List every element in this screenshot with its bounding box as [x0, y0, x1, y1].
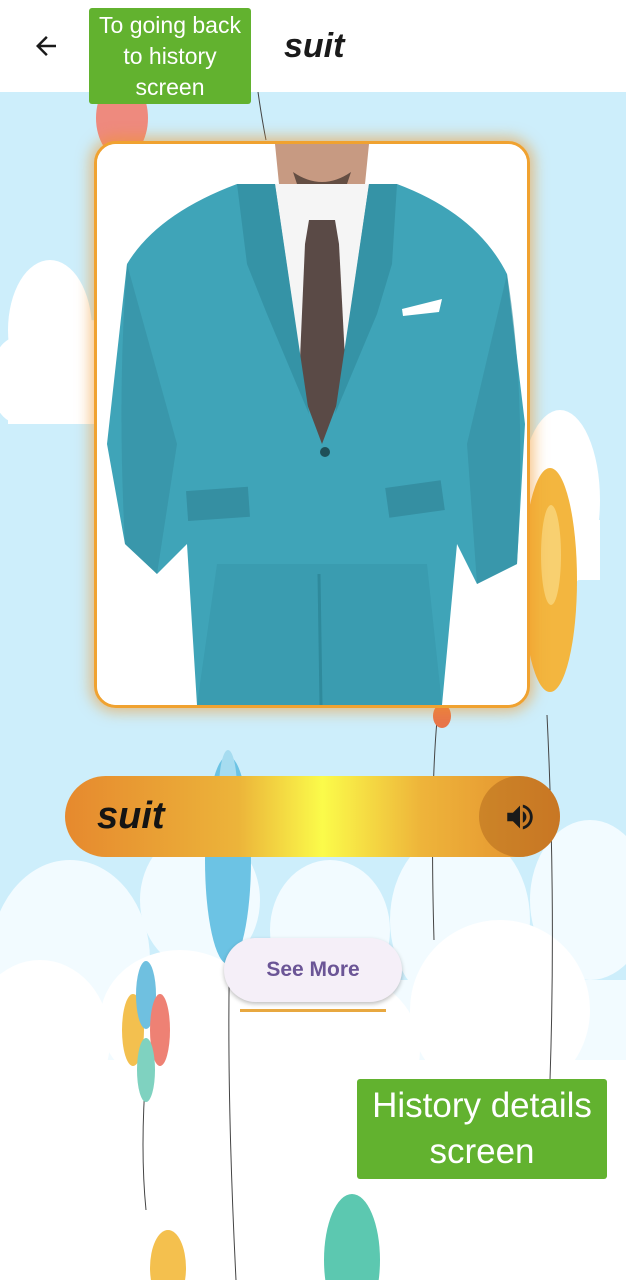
man-in-teal-suit-photo: [97, 144, 527, 705]
arrow-left-icon: [36, 36, 56, 56]
screen-annotation-label: History details screen: [357, 1079, 607, 1179]
page-title: suit: [284, 27, 345, 65]
word-image-card: [94, 141, 530, 708]
see-more-underline: [240, 1009, 386, 1012]
see-more-button[interactable]: See More: [224, 938, 402, 1002]
back-button[interactable]: [22, 22, 70, 70]
speaker-icon: [506, 804, 533, 829]
speaker-button[interactable]: [479, 776, 560, 857]
word-label: suit: [97, 795, 165, 837]
word-pronunciation-bar: suit: [65, 776, 560, 857]
back-annotation-label: To going back to history screen: [89, 8, 251, 104]
